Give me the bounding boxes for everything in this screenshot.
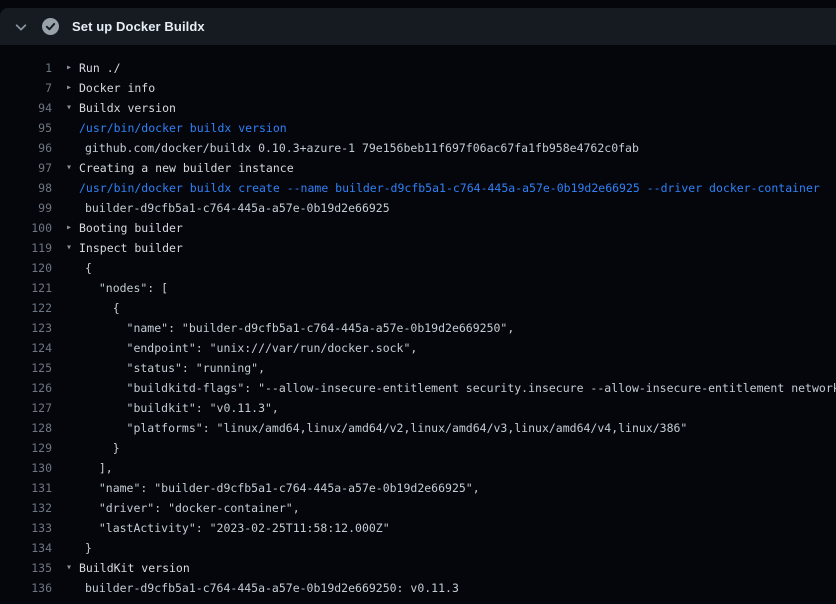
log-area: 1▸Run ./7▸Docker info94▾Buildx version95…: [0, 45, 836, 598]
log-line: 134}: [0, 538, 836, 558]
log-line: 136 builder-d9cfb5a1-c764-445a-a57e-0b19d…: [0, 578, 836, 598]
line-number[interactable]: 132: [0, 498, 52, 518]
line-number[interactable]: 95: [0, 118, 52, 138]
log-line: 128 "platforms": "linux/amd64,linux/amd6…: [0, 418, 836, 438]
log-group-line[interactable]: 1 ▸Run ./: [0, 58, 836, 78]
line-number[interactable]: 94: [0, 98, 52, 118]
output-text: "buildkit": "v0.11.3",: [79, 398, 279, 418]
triangle-collapsed-icon[interactable]: ▸: [66, 78, 79, 98]
triangle-expanded-icon[interactable]: ▾: [66, 158, 79, 178]
output-text: "lastActivity": "2023-02-25T11:58:12.000…: [79, 518, 390, 538]
triangle-expanded-icon[interactable]: ▾: [66, 558, 79, 578]
log-line: 98/usr/bin/docker buildx create --name b…: [0, 178, 836, 198]
log-group-line[interactable]: 7 ▸Docker info: [0, 78, 836, 98]
output-text: builder-d9cfb5a1-c764-445a-a57e-0b19d2e6…: [79, 198, 390, 218]
log-line: 133 "lastActivity": "2023-02-25T11:58:12…: [0, 518, 836, 538]
group-label: Booting builder: [79, 218, 183, 238]
line-number[interactable]: 7: [0, 78, 52, 98]
line-number[interactable]: 123: [0, 318, 52, 338]
log-line: 125 "status": "running",: [0, 358, 836, 378]
step-container: Set up Docker Buildx 1▸Run ./7▸Docker in…: [0, 8, 836, 598]
group-label: Inspect builder: [79, 238, 183, 258]
output-text: "name": "builder-d9cfb5a1-c764-445a-a57e…: [79, 318, 514, 338]
group-label: Creating a new builder instance: [79, 158, 294, 178]
line-number[interactable]: 129: [0, 438, 52, 458]
group-label: BuildKit version: [79, 558, 190, 578]
check-circle-icon: [42, 18, 59, 35]
line-number[interactable]: 134: [0, 538, 52, 558]
log-line: 122 {: [0, 298, 836, 318]
log-line: 123 "name": "builder-d9cfb5a1-c764-445a-…: [0, 318, 836, 338]
log-line: 120 {: [0, 258, 836, 278]
line-number[interactable]: 121: [0, 278, 52, 298]
triangle-expanded-icon[interactable]: ▾: [66, 238, 79, 258]
output-text: {: [79, 258, 92, 278]
output-text: "platforms": "linux/amd64,linux/amd64/v2…: [79, 418, 687, 438]
line-number[interactable]: 98: [0, 178, 52, 198]
log-line: 96 github.com/docker/buildx 0.10.3+azure-…: [0, 138, 836, 158]
log-line: 99 builder-d9cfb5a1-c764-445a-a57e-0b19d2…: [0, 198, 836, 218]
output-text: "nodes": [: [79, 278, 168, 298]
chevron-down-icon[interactable]: [14, 20, 28, 34]
line-number[interactable]: 97: [0, 158, 52, 178]
line-number[interactable]: 128: [0, 418, 52, 438]
line-number[interactable]: 133: [0, 518, 52, 538]
output-text: {: [79, 298, 120, 318]
output-text: }: [79, 438, 120, 458]
line-number[interactable]: 125: [0, 358, 52, 378]
line-number[interactable]: 127: [0, 398, 52, 418]
line-number[interactable]: 122: [0, 298, 52, 318]
line-number[interactable]: 131: [0, 478, 52, 498]
step-header[interactable]: Set up Docker Buildx: [0, 8, 836, 45]
log-group-line[interactable]: 100 ▸Booting builder: [0, 218, 836, 238]
line-number[interactable]: 96: [0, 138, 52, 158]
step-title: Set up Docker Buildx: [72, 19, 205, 34]
log-line: 132 "driver": "docker-container",: [0, 498, 836, 518]
output-text: "status": "running",: [79, 358, 265, 378]
output-text: ],: [79, 458, 113, 478]
triangle-collapsed-icon[interactable]: ▸: [66, 218, 79, 238]
output-text: }: [79, 538, 92, 558]
log-line: 124 "endpoint": "unix:///var/run/docker.…: [0, 338, 836, 358]
group-label: Run ./: [79, 58, 121, 78]
line-number[interactable]: 135: [0, 558, 52, 578]
log-line: 126 "buildkitd-flags": "--allow-insecure…: [0, 378, 836, 398]
output-text: "buildkitd-flags": "--allow-insecure-ent…: [79, 378, 836, 398]
line-number[interactable]: 119: [0, 238, 52, 258]
output-text: "driver": "docker-container",: [79, 498, 300, 518]
triangle-collapsed-icon[interactable]: ▸: [66, 58, 79, 78]
log-group-line[interactable]: 119 ▾Inspect builder: [0, 238, 836, 258]
log-line: 95/usr/bin/docker buildx version: [0, 118, 836, 138]
log-line: 130 ],: [0, 458, 836, 478]
log-group-line[interactable]: 97 ▾Creating a new builder instance: [0, 158, 836, 178]
line-number[interactable]: 124: [0, 338, 52, 358]
command-text: /usr/bin/docker buildx create --name bui…: [79, 178, 820, 198]
output-text: github.com/docker/buildx 0.10.3+azure-1 …: [79, 138, 639, 158]
triangle-expanded-icon[interactable]: ▾: [66, 98, 79, 118]
line-number[interactable]: 100: [0, 218, 52, 238]
output-text: builder-d9cfb5a1-c764-445a-a57e-0b19d2e6…: [79, 578, 459, 598]
log-group-line[interactable]: 135 ▾BuildKit version: [0, 558, 836, 578]
line-number[interactable]: 126: [0, 378, 52, 398]
group-label: Docker info: [79, 78, 155, 98]
output-text: "name": "builder-d9cfb5a1-c764-445a-a57e…: [79, 478, 480, 498]
log-line: 131 "name": "builder-d9cfb5a1-c764-445a-…: [0, 478, 836, 498]
command-text: /usr/bin/docker buildx version: [79, 118, 287, 138]
output-text: "endpoint": "unix:///var/run/docker.sock…: [79, 338, 417, 358]
log-line: 129 }: [0, 438, 836, 458]
line-number[interactable]: 130: [0, 458, 52, 478]
line-number[interactable]: 99: [0, 198, 52, 218]
log-line: 121 "nodes": [: [0, 278, 836, 298]
line-number[interactable]: 120: [0, 258, 52, 278]
log-line: 127 "buildkit": "v0.11.3",: [0, 398, 836, 418]
line-number[interactable]: 136: [0, 578, 52, 598]
line-number[interactable]: 1: [0, 58, 52, 78]
group-label: Buildx version: [79, 98, 176, 118]
log-group-line[interactable]: 94 ▾Buildx version: [0, 98, 836, 118]
